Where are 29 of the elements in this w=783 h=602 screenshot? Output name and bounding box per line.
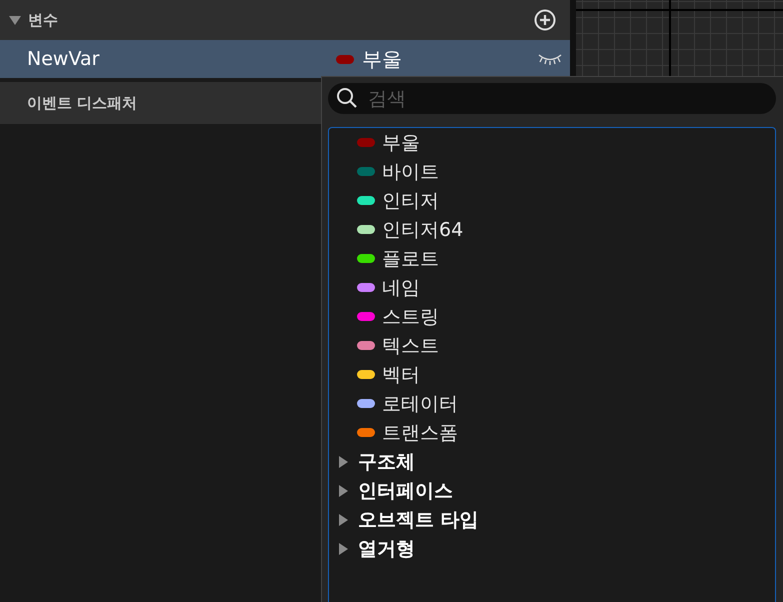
type-item[interactable]: 벡터 <box>335 360 775 389</box>
type-item[interactable]: 바이트 <box>335 157 775 186</box>
category-item[interactable]: 구조체 <box>358 448 415 474</box>
expand-arrow-icon[interactable] <box>336 484 350 498</box>
closed-eye-icon[interactable] <box>537 52 563 66</box>
search-field[interactable]: 검색 <box>328 83 776 114</box>
section-title: 변수 <box>28 10 59 30</box>
expand-arrow-icon[interactable] <box>336 542 350 556</box>
add-icon[interactable] <box>534 9 556 31</box>
type-item[interactable]: 플로트 <box>335 244 775 273</box>
category-item[interactable]: 인터페이스 <box>358 478 453 504</box>
type-item[interactable]: 부울 <box>335 128 775 157</box>
variable-type[interactable]: 부울 <box>362 46 537 72</box>
category-item[interactable]: 오브젝트 타입 <box>358 506 479 532</box>
type-item[interactable]: 텍스트 <box>335 331 775 360</box>
variable-row[interactable]: NewVar 부울 <box>0 40 570 78</box>
category-item[interactable]: 열거형 <box>358 536 415 562</box>
section-title: 이벤트 디스패처 <box>27 94 138 112</box>
variable-name: NewVar <box>27 48 100 70</box>
type-item[interactable]: 트랜스폼 <box>335 418 775 447</box>
search-icon <box>336 87 358 109</box>
expand-arrow-icon[interactable] <box>336 454 350 468</box>
type-item[interactable]: 로테이터 <box>335 389 775 418</box>
expand-arrow-icon[interactable] <box>336 512 350 526</box>
type-item[interactable]: 네임 <box>335 273 775 302</box>
type-item[interactable]: 인티저64 <box>335 215 775 244</box>
type-item[interactable]: 인티저 <box>335 186 775 215</box>
expand-arrow-icon[interactable] <box>8 13 22 27</box>
type-item[interactable]: 스트링 <box>335 302 775 331</box>
